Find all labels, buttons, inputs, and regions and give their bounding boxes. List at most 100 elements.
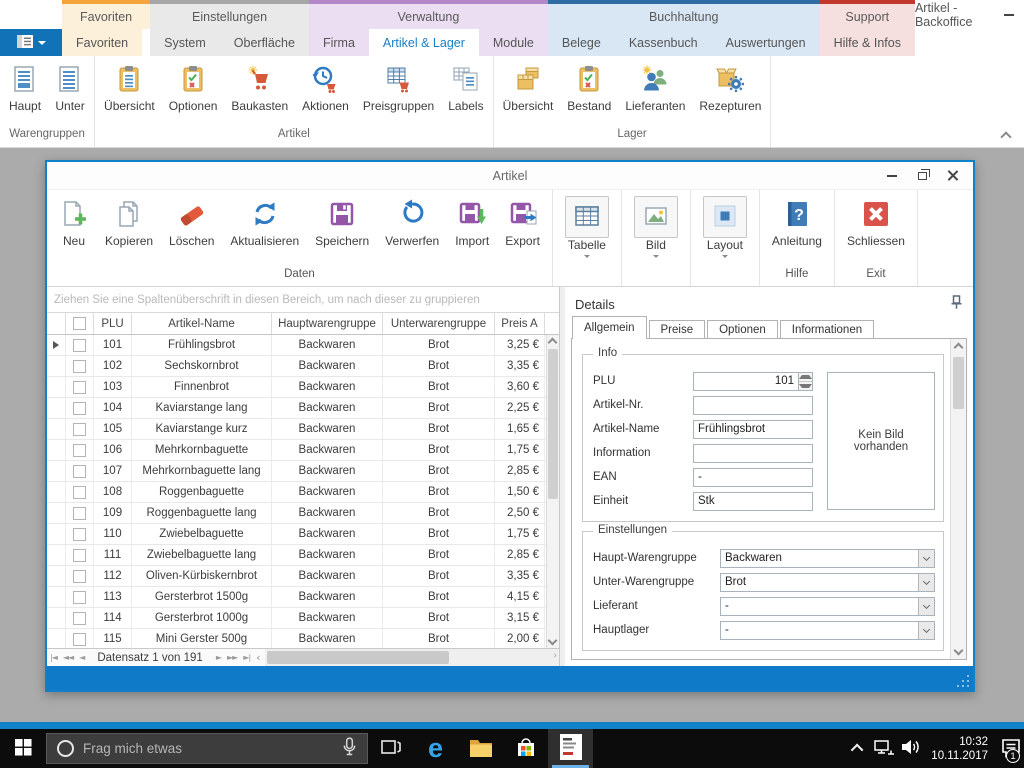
row-checkbox[interactable] <box>66 419 94 439</box>
ribbon-button-übersicht[interactable]: Übersicht <box>496 60 561 113</box>
column-header-hauptwarengruppe[interactable]: Hauptwarengruppe <box>272 313 383 334</box>
table-row[interactable]: 106MehrkornbaguetteBackwarenBrot1,75 € <box>47 440 546 461</box>
table-row[interactable]: 108RoggenbaguetteBackwarenBrot1,50 € <box>47 482 546 503</box>
tab-hilfe-infos[interactable]: Hilfe & Infos <box>820 29 915 56</box>
microphone-icon[interactable] <box>342 737 357 761</box>
toolbar-button-neu[interactable]: Neu <box>51 196 97 248</box>
grid-horizontal-scrollbar[interactable]: › <box>265 649 559 666</box>
toolbar-button-anleitung[interactable]: ?Anleitung <box>764 196 830 248</box>
haupt-warengruppe-dropdown[interactable]: Backwaren <box>720 549 935 568</box>
scrollbar-thumb[interactable] <box>548 349 558 499</box>
resize-grip[interactable] <box>957 675 969 687</box>
file-explorer-button[interactable] <box>458 729 503 768</box>
scroll-left-button[interactable]: ‹ <box>253 651 262 664</box>
spinner-buttons[interactable] <box>798 373 812 390</box>
row-checkbox[interactable] <box>66 461 94 481</box>
column-header-plu[interactable]: PLU <box>94 313 132 334</box>
table-row[interactable]: 113Gersterbrot 1500gBackwarenBrot4,15 € <box>47 587 546 608</box>
details-tab-allgemein[interactable]: Allgemein <box>572 316 647 339</box>
store-button[interactable] <box>503 729 548 768</box>
chevron-down-icon[interactable] <box>918 622 934 639</box>
nav-last-button[interactable]: ►| <box>240 653 253 662</box>
nav-prior-page-button[interactable]: ◄◄ <box>60 653 76 662</box>
scroll-right-button[interactable]: › <box>553 651 557 661</box>
scroll-up-icon[interactable] <box>954 343 964 353</box>
table-row[interactable]: 105Kaviarstange kurzBackwarenBrot1,65 € <box>47 419 546 440</box>
row-checkbox[interactable] <box>66 377 94 397</box>
search-input[interactable]: Frag mich etwas <box>46 733 368 764</box>
ean-input[interactable] <box>693 468 813 487</box>
column-header-unterwarengruppe[interactable]: Unterwarengruppe <box>383 313 495 334</box>
pin-icon[interactable] <box>950 295 963 313</box>
start-button[interactable] <box>0 729 46 768</box>
artikel-titlebar[interactable]: Artikel <box>47 162 973 190</box>
artikel-name-input[interactable] <box>693 420 813 439</box>
tab-auswertungen[interactable]: Auswertungen <box>712 29 820 56</box>
table-row[interactable]: 109Roggenbaguette langBackwarenBrot2,50 … <box>47 503 546 524</box>
ribbon-button-labels[interactable]: Labels <box>441 60 490 113</box>
row-checkbox[interactable] <box>66 524 94 544</box>
table-row[interactable]: 114Gersterbrot 1000gBackwarenBrot3,15 € <box>47 608 546 629</box>
toolbar-button-verwerfen[interactable]: Verwerfen <box>377 196 447 248</box>
ribbon-button-preisgruppen[interactable]: Preisgruppen <box>356 60 441 113</box>
scroll-up-icon[interactable] <box>548 338 558 348</box>
artikel-close-button[interactable] <box>937 163 967 189</box>
table-row[interactable]: 102SechskornbrotBackwarenBrot3,35 € <box>47 356 546 377</box>
grid-vertical-scrollbar[interactable] <box>546 335 559 648</box>
toolbar-button-kopieren[interactable]: Kopieren <box>97 196 161 248</box>
column-header-artikel-name[interactable]: Artikel-Name <box>132 313 272 334</box>
artikel-nr-input[interactable] <box>693 396 813 415</box>
row-checkbox[interactable] <box>66 503 94 523</box>
tab-artikel-lager[interactable]: Artikel & Lager <box>369 29 479 56</box>
details-tab-preise[interactable]: Preise <box>649 320 706 339</box>
select-all-checkbox[interactable] <box>66 313 94 334</box>
table-row[interactable]: 115Mini Gerster 500gBackwarenBrot2,00 € <box>47 629 546 648</box>
artikel-minimize-button[interactable] <box>877 163 907 189</box>
tab-oberfläche[interactable]: Oberfläche <box>220 29 309 56</box>
tab-favoriten[interactable]: Favoriten <box>62 29 142 56</box>
chevron-down-icon[interactable] <box>918 598 934 615</box>
details-tab-optionen[interactable]: Optionen <box>707 320 778 339</box>
row-checkbox[interactable] <box>66 566 94 586</box>
row-checkbox[interactable] <box>66 482 94 502</box>
nav-prior-button[interactable]: ◄ <box>76 653 87 662</box>
tab-belege[interactable]: Belege <box>548 29 615 56</box>
toolbar-button-layout[interactable]: Layout <box>695 196 755 258</box>
table-row[interactable]: 110ZwiebelbaguetteBackwarenBrot1,75 € <box>47 524 546 545</box>
toolbar-button-aktualisieren[interactable]: Aktualisieren <box>222 196 307 248</box>
toolbar-button-export[interactable]: Export <box>497 196 548 248</box>
tab-system[interactable]: System <box>150 29 220 56</box>
volume-button[interactable] <box>897 729 923 768</box>
row-checkbox[interactable] <box>66 335 94 355</box>
ribbon-button-aktionen[interactable]: Aktionen <box>295 60 356 113</box>
ribbon-button-übersicht[interactable]: Übersicht <box>97 60 162 113</box>
row-checkbox[interactable] <box>66 629 94 648</box>
row-checkbox[interactable] <box>66 398 94 418</box>
hauptlager-dropdown[interactable]: - <box>720 621 935 640</box>
edge-button[interactable]: e <box>413 729 458 768</box>
toolbar-button-löschen[interactable]: Löschen <box>161 196 222 248</box>
column-header-preis-a[interactable]: Preis A <box>495 313 545 334</box>
row-checkbox[interactable] <box>66 608 94 628</box>
nav-first-button[interactable]: |◄ <box>47 653 60 662</box>
scroll-down-icon[interactable] <box>548 636 558 646</box>
einheit-input[interactable] <box>693 492 813 511</box>
tab-firma[interactable]: Firma <box>309 29 369 56</box>
minimize-button[interactable] <box>994 2 1024 28</box>
table-row[interactable]: 107Mehrkornbaguette langBackwarenBrot2,8… <box>47 461 546 482</box>
unter-warengruppe-dropdown[interactable]: Brot <box>720 573 935 592</box>
tab-kassenbuch[interactable]: Kassenbuch <box>615 29 712 56</box>
spin-down-icon[interactable] <box>799 382 812 390</box>
clock[interactable]: 10:32 10.11.2017 <box>931 735 988 763</box>
chevron-down-icon[interactable] <box>918 550 934 567</box>
ribbon-button-bestand[interactable]: Bestand <box>560 60 618 113</box>
row-checkbox[interactable] <box>66 545 94 565</box>
table-row[interactable]: 111Zwiebelbaguette langBackwarenBrot2,85… <box>47 545 546 566</box>
tray-expand-button[interactable] <box>845 729 871 768</box>
spin-up-icon[interactable] <box>799 373 812 382</box>
ribbon-button-rezepturen[interactable]: Rezepturen <box>692 60 768 113</box>
nav-next-button[interactable]: ► <box>213 653 224 662</box>
toolbar-button-speichern[interactable]: Speichern <box>307 196 377 248</box>
task-view-button[interactable] <box>368 729 413 768</box>
backoffice-app-taskbar-button[interactable] <box>548 729 593 768</box>
